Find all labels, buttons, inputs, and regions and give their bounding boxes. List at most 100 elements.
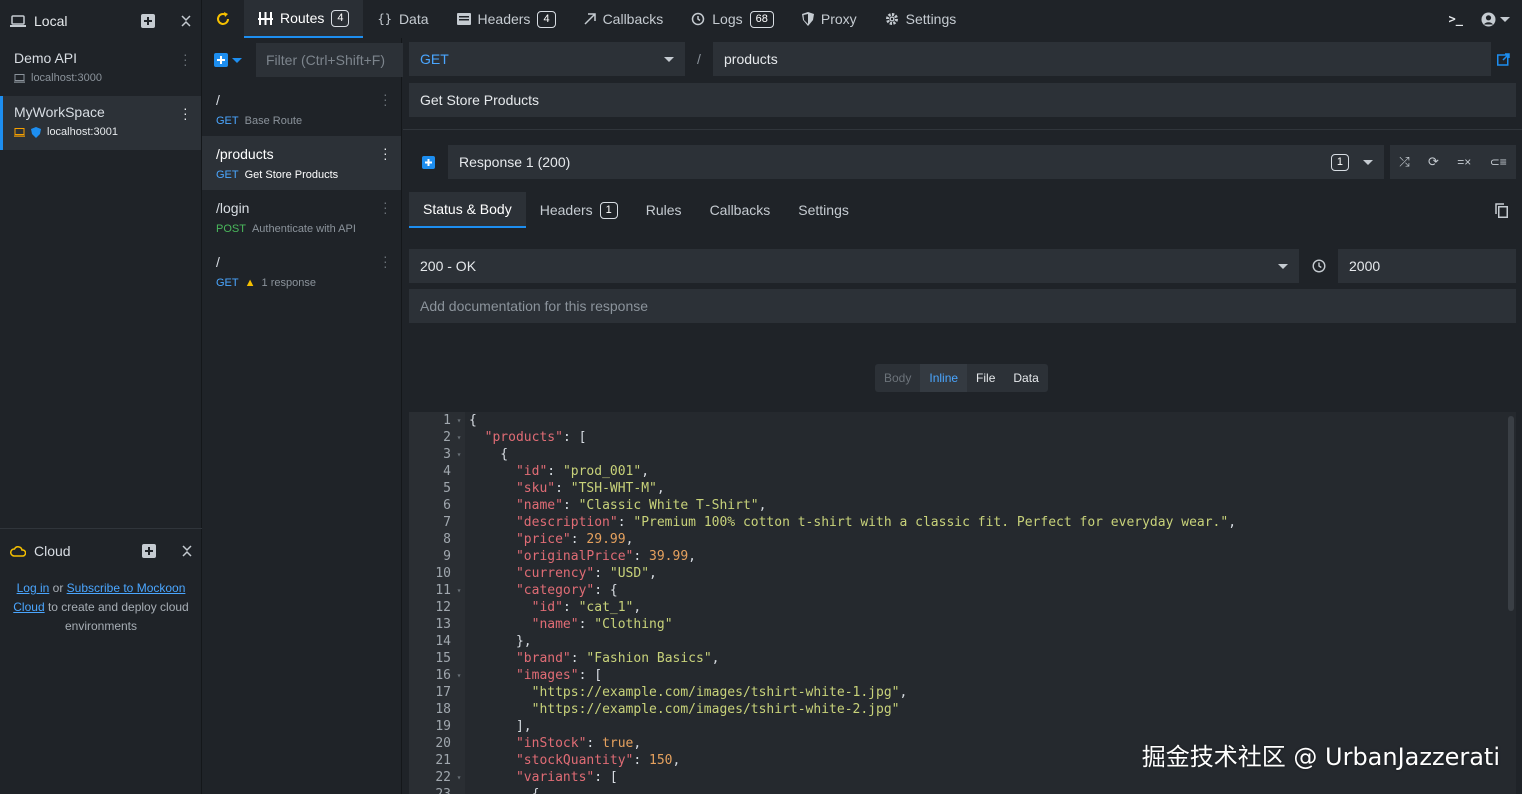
route-item[interactable]: / GET ▲ 1 response · · · xyxy=(202,244,401,298)
body-tab-inline[interactable]: Inline xyxy=(920,364,968,392)
more-vertical-icon[interactable]: · · · xyxy=(183,101,188,125)
code-text: "variants": [ xyxy=(515,770,618,785)
code-text: "inStock": true, xyxy=(515,736,642,751)
tab-headers[interactable]: Headers 4 xyxy=(443,0,570,38)
code-text: "name": "Clothing" xyxy=(531,617,673,632)
code-line: 10 "currency": "USD", xyxy=(409,565,1516,582)
open-external-button[interactable] xyxy=(1491,42,1516,76)
cloud-header: Cloud xyxy=(0,529,202,573)
latency-input[interactable]: 2000 xyxy=(1338,249,1516,283)
editor-scrollbar[interactable] xyxy=(1508,416,1514,611)
route-description: Base Route xyxy=(244,115,303,127)
fold-toggle-icon[interactable]: ▾ xyxy=(453,769,465,786)
cloud-link[interactable]: Cloud xyxy=(13,600,44,614)
rules-list-icon[interactable]: ⊂≡ xyxy=(1490,155,1507,169)
tab-status-body[interactable]: Status & Body xyxy=(409,192,526,228)
code-text: "https://example.com/images/tshirt-white… xyxy=(531,702,900,717)
body-tab-file[interactable]: File xyxy=(967,364,1004,392)
line-number: 5 xyxy=(443,481,451,496)
more-vertical-icon[interactable]: · · · xyxy=(383,195,388,219)
environment-name: MyWorkSpace xyxy=(14,104,105,120)
code-text: "id": "cat_1", xyxy=(531,600,642,615)
account-button[interactable] xyxy=(1473,0,1522,38)
environment-host-row: localhost:3001 xyxy=(14,126,187,138)
tab-response-settings[interactable]: Settings xyxy=(784,192,863,228)
or-text: or xyxy=(52,581,64,595)
route-path-input[interactable]: products xyxy=(713,42,1491,76)
sequential-icon[interactable]: =× xyxy=(1457,155,1471,169)
more-vertical-icon[interactable]: · · · xyxy=(183,47,188,71)
environment-host: localhost:3000 xyxy=(31,72,102,84)
routes-icon xyxy=(258,11,273,25)
response-documentation-input[interactable]: Add documentation for this response xyxy=(409,289,1516,323)
fold-toggle-icon xyxy=(453,599,465,616)
routes-toolbar xyxy=(202,38,457,82)
route-item[interactable]: /login POST Authenticate with API · · · xyxy=(202,190,401,244)
fold-toggle-icon xyxy=(453,786,465,794)
cloud-title: Cloud xyxy=(34,543,71,559)
login-link[interactable]: Log in xyxy=(17,581,50,595)
add-response-button[interactable] xyxy=(409,145,448,179)
fold-toggle-icon[interactable]: ▾ xyxy=(453,412,465,429)
tab-rules[interactable]: Rules xyxy=(632,192,696,228)
route-meta: GET ▲ 1 response xyxy=(216,277,387,289)
line-number: 15 xyxy=(435,651,451,666)
routes-panel: / GET Base Route ··· /products GET Get S… xyxy=(202,38,457,794)
tab-routes[interactable]: Routes 4 xyxy=(244,0,364,38)
response-row: Response 1 (200) 1 ⤮ ⟳ =× ⊂≡ xyxy=(409,145,1516,179)
shuffle-icon[interactable]: ⤮ xyxy=(1399,154,1409,170)
line-number: 10 xyxy=(435,566,451,581)
watermark: 掘金技术社区 @ UrbanJazzerati xyxy=(1141,743,1500,771)
gear-icon xyxy=(885,13,898,25)
chevron-down-icon xyxy=(664,56,674,62)
route-path: /products xyxy=(216,146,274,162)
tab-response-callbacks[interactable]: Callbacks xyxy=(696,192,785,228)
body-type-tabs: Body Inline File Data xyxy=(875,364,1048,392)
route-item[interactable]: / GET Base Route · · · xyxy=(202,82,401,136)
route-documentation-input[interactable]: Get Store Products xyxy=(409,83,1516,117)
more-vertical-icon[interactable]: · · · xyxy=(383,141,388,165)
line-number: 4 xyxy=(443,464,451,479)
clock-icon xyxy=(1311,259,1326,273)
route-description: Authenticate with API xyxy=(251,223,356,235)
add-cloud-environment-button[interactable] xyxy=(142,544,156,558)
fold-toggle-icon[interactable]: ▾ xyxy=(453,446,465,463)
fold-toggle-icon[interactable]: ▾ xyxy=(453,667,465,684)
tab-label: Callbacks xyxy=(602,11,664,27)
route-item[interactable]: /products GET Get Store Products · · · xyxy=(202,136,401,190)
environment-item-myworkspace[interactable]: MyWorkSpace localhost:3001 · · · xyxy=(0,96,201,150)
tab-data[interactable]: {} Data xyxy=(363,0,442,38)
environments-panel: Local Demo API localhost:3000 · · · MyWork… xyxy=(0,0,202,794)
copy-button[interactable] xyxy=(1486,193,1516,227)
plus-square-icon xyxy=(422,155,435,169)
refresh-button[interactable] xyxy=(202,0,244,38)
path-prefix: / xyxy=(697,51,701,67)
tab-label: Routes xyxy=(280,10,325,26)
line-number: 7 xyxy=(443,515,451,530)
body-tab-data[interactable]: Data xyxy=(1004,364,1047,392)
tab-settings[interactable]: Settings xyxy=(871,0,971,38)
code-text: "images": [ xyxy=(515,668,603,683)
method-select[interactable]: GET xyxy=(409,42,685,76)
subscribe-link[interactable]: Subscribe to Mockoon xyxy=(67,581,186,595)
more-vertical-icon[interactable]: · · · xyxy=(383,87,388,111)
terminal-button[interactable]: >_ xyxy=(1439,0,1473,38)
fold-toggle-icon[interactable]: ▾ xyxy=(453,429,465,446)
add-environment-button[interactable] xyxy=(141,14,155,28)
add-route-button[interactable] xyxy=(214,53,242,67)
tab-logs[interactable]: Logs 68 xyxy=(677,0,788,38)
repeat-icon[interactable]: ⟳ xyxy=(1428,154,1439,170)
tab-proxy[interactable]: Proxy xyxy=(788,0,871,38)
collapse-icon[interactable] xyxy=(182,545,192,557)
response-select[interactable]: Response 1 (200) 1 xyxy=(448,145,1384,179)
route-description: 1 response xyxy=(261,277,316,289)
code-text: "originalPrice": 39.99, xyxy=(515,549,696,564)
more-vertical-icon[interactable]: · · · xyxy=(383,249,388,273)
tab-callbacks[interactable]: Callbacks xyxy=(570,0,678,38)
collapse-icon[interactable] xyxy=(181,15,191,27)
tab-label: Headers xyxy=(477,11,531,27)
fold-toggle-icon[interactable]: ▾ xyxy=(453,582,465,599)
tab-response-headers[interactable]: Headers 1 xyxy=(526,192,632,228)
status-code-select[interactable]: 200 - OK xyxy=(409,249,1299,283)
environment-item-demo-api[interactable]: Demo API localhost:3000 · · · xyxy=(0,42,201,96)
